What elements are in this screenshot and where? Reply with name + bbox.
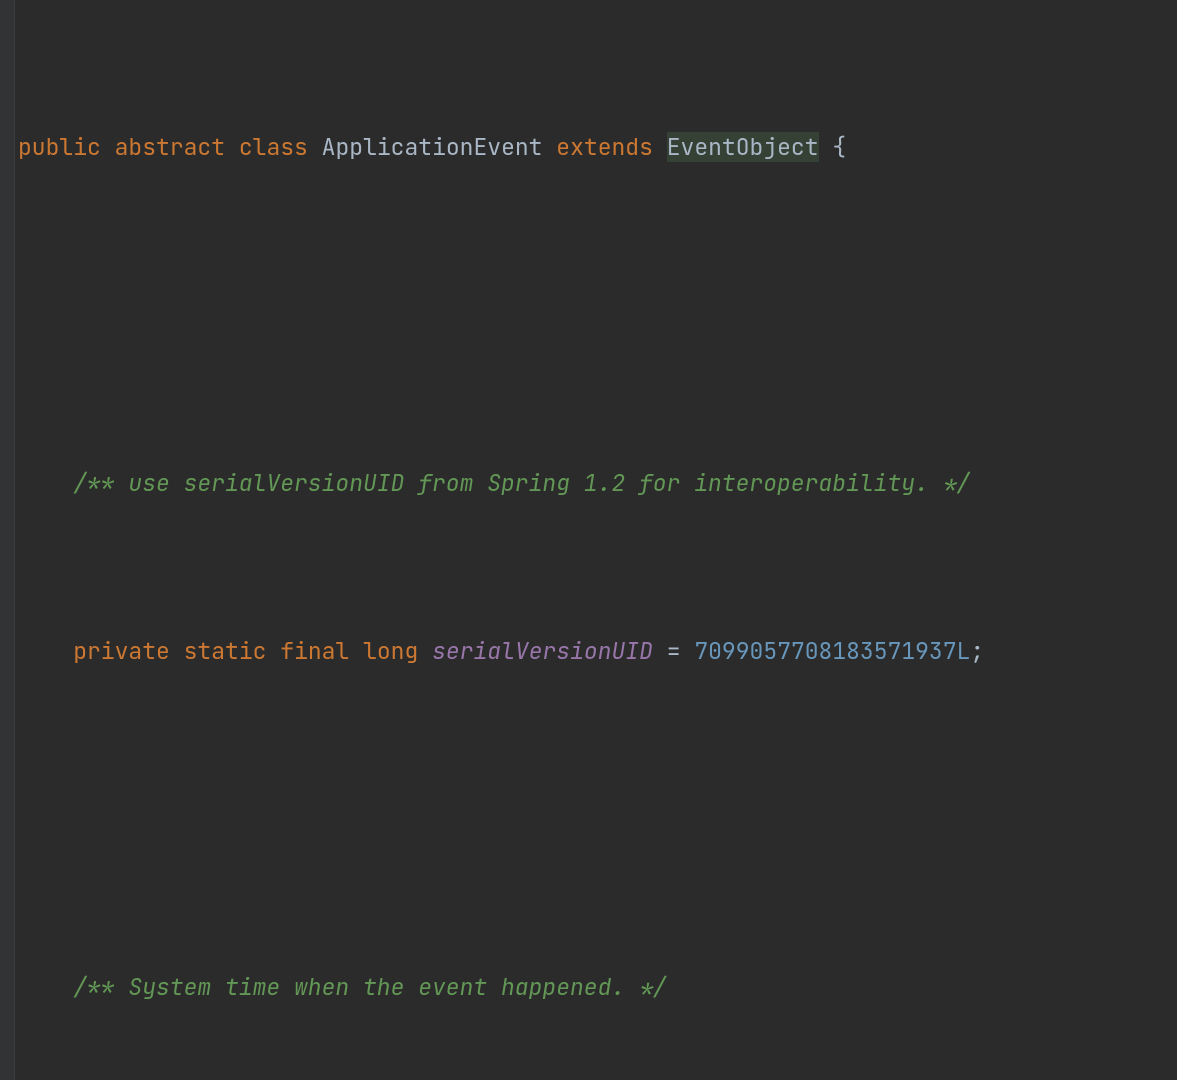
keyword-private: private bbox=[73, 636, 170, 666]
keyword-extends: extends bbox=[556, 132, 653, 162]
keyword-class: class bbox=[239, 132, 308, 162]
code-area[interactable]: public abstract class ApplicationEvent e… bbox=[14, 0, 1177, 1080]
blank-line bbox=[18, 798, 1177, 840]
blank-line bbox=[18, 294, 1177, 336]
class-declaration-line[interactable]: public abstract class ApplicationEvent e… bbox=[18, 126, 1177, 168]
javadoc-line: /** use serialVersionUID from Spring 1.2… bbox=[18, 462, 1177, 504]
brace-open: { bbox=[832, 132, 846, 162]
number-literal: 7099057708183571937L bbox=[694, 636, 970, 666]
javadoc-line: /** System time when the event happened.… bbox=[18, 966, 1177, 1008]
class-name: ApplicationEvent bbox=[322, 132, 543, 162]
code-editor[interactable]: public abstract class ApplicationEvent e… bbox=[0, 0, 1177, 1080]
keyword-abstract: abstract bbox=[115, 132, 225, 162]
field-serialVersionUID: serialVersionUID bbox=[432, 636, 653, 666]
semicolon: ; bbox=[970, 636, 984, 666]
keyword-final: final bbox=[280, 636, 349, 666]
javadoc-comment: /** use serialVersionUID from Spring 1.2… bbox=[73, 468, 970, 498]
equals-sign: = bbox=[653, 636, 694, 666]
gutter bbox=[0, 0, 15, 1080]
keyword-static: static bbox=[184, 636, 267, 666]
javadoc-comment: /** System time when the event happened.… bbox=[73, 972, 666, 1002]
keyword-public: public bbox=[18, 132, 101, 162]
keyword-long: long bbox=[363, 636, 418, 666]
field-declaration-line[interactable]: private static final long serialVersionU… bbox=[18, 630, 1177, 672]
superclass-name[interactable]: EventObject bbox=[667, 132, 819, 162]
